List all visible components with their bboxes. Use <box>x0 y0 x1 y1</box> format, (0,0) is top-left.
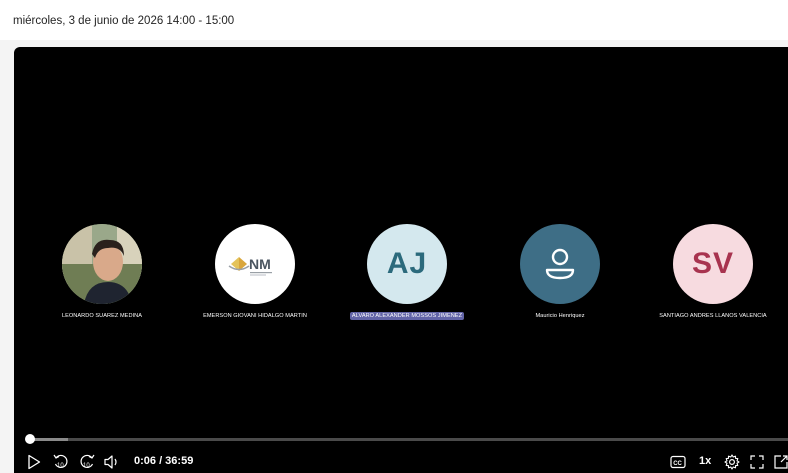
participant-name: EMERSON GIOVANI HIDALGO MARTIN <box>203 313 307 319</box>
participant-name: LEONARDO SUAREZ MEDINA <box>61 313 143 319</box>
avatar-initials: AJ <box>386 247 428 280</box>
gear-icon <box>724 454 740 470</box>
volume-button[interactable] <box>103 452 121 472</box>
popout-button[interactable] <box>774 452 788 472</box>
rewind-10-icon: 10 <box>53 454 68 469</box>
participant-tile: LEONARDO SUAREZ MEDINA <box>27 224 177 322</box>
svg-text:10: 10 <box>57 463 64 469</box>
participant-initials-avatar: SV <box>673 224 753 304</box>
progress-buffered <box>30 438 68 441</box>
forward-10-icon: 10 <box>80 454 95 469</box>
settings-button[interactable] <box>723 452 741 472</box>
svg-text:10: 10 <box>83 463 90 469</box>
closed-captions-icon: CC <box>670 455 686 469</box>
organization-logo-icon: NM <box>228 256 272 276</box>
play-icon <box>28 454 41 470</box>
svg-text:CC: CC <box>673 461 682 467</box>
closed-captions-button[interactable]: CC <box>669 452 687 472</box>
avatar-initials: SV <box>691 247 735 280</box>
rewind-10-button[interactable]: 10 <box>52 452 70 472</box>
playback-time: 0:06 / 36:59 <box>134 455 194 467</box>
participant-name: SANTIAGO ANDRES LLANOS VALENCIA <box>659 313 767 319</box>
fullscreen-icon <box>750 455 764 469</box>
person-icon <box>545 248 575 280</box>
person-photo-icon <box>62 224 142 304</box>
progress-bar[interactable] <box>30 438 788 441</box>
participant-tile: Mauricio Henriquez <box>485 224 635 322</box>
participant-name: Mauricio Henriquez <box>535 313 585 319</box>
participant-tile: NM EMERSON GIOVANI HIDALGO MARTIN <box>180 224 330 322</box>
forward-10-button[interactable]: 10 <box>78 452 96 472</box>
participant-name-speaking: ALVARO ALEXANDER MOSSOS JIMENEZ <box>349 312 465 320</box>
volume-icon <box>104 455 117 469</box>
playback-speed-button[interactable]: 1x <box>699 455 711 467</box>
fullscreen-button[interactable] <box>749 452 765 472</box>
meeting-header: miércoles, 3 de junio de 2026 14:00 - 15… <box>0 0 788 40</box>
participant-tile: AJ ALVARO ALEXANDER MOSSOS JIMENEZ <box>332 224 482 322</box>
popout-icon <box>774 455 788 469</box>
participant-generic-avatar <box>520 224 600 304</box>
video-player[interactable]: LEONARDO SUAREZ MEDINA NM EMERSON GIOVAN… <box>14 47 788 473</box>
logo-text: NM <box>249 256 271 272</box>
progress-scrubber-handle[interactable] <box>25 434 35 444</box>
meeting-date-time: miércoles, 3 de junio de 2026 14:00 - 15… <box>13 15 235 27</box>
play-button[interactable] <box>26 452 42 472</box>
participant-initials-avatar: AJ <box>367 224 447 304</box>
participant-photo-avatar <box>62 224 142 304</box>
participant-logo-avatar: NM <box>215 224 295 304</box>
participant-tile: SV SANTIAGO ANDRES LLANOS VALENCIA <box>638 224 788 322</box>
